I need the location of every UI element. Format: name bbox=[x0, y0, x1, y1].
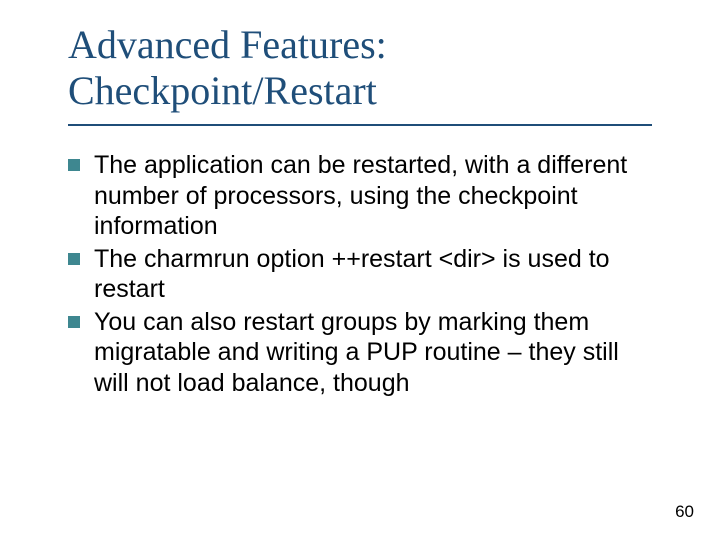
title-line-1: Advanced Features: bbox=[68, 22, 387, 67]
bullet-text: The charmrun option ++restart <dir> is u… bbox=[94, 244, 658, 305]
square-bullet-icon bbox=[68, 316, 80, 328]
square-bullet-icon bbox=[68, 159, 80, 171]
list-item: You can also restart groups by marking t… bbox=[68, 307, 658, 399]
list-item: The charmrun option ++restart <dir> is u… bbox=[68, 244, 658, 305]
slide-body: The application can be restarted, with a… bbox=[68, 150, 658, 400]
page-number: 60 bbox=[675, 502, 694, 522]
title-line-2: Checkpoint/Restart bbox=[68, 68, 377, 113]
bullet-text: You can also restart groups by marking t… bbox=[94, 307, 658, 399]
title-underline bbox=[68, 124, 652, 126]
list-item: The application can be restarted, with a… bbox=[68, 150, 658, 242]
slide-title: Advanced Features: Checkpoint/Restart bbox=[68, 22, 648, 114]
slide: Advanced Features: Checkpoint/Restart Th… bbox=[0, 0, 720, 540]
bullet-text: The application can be restarted, with a… bbox=[94, 150, 658, 242]
square-bullet-icon bbox=[68, 253, 80, 265]
